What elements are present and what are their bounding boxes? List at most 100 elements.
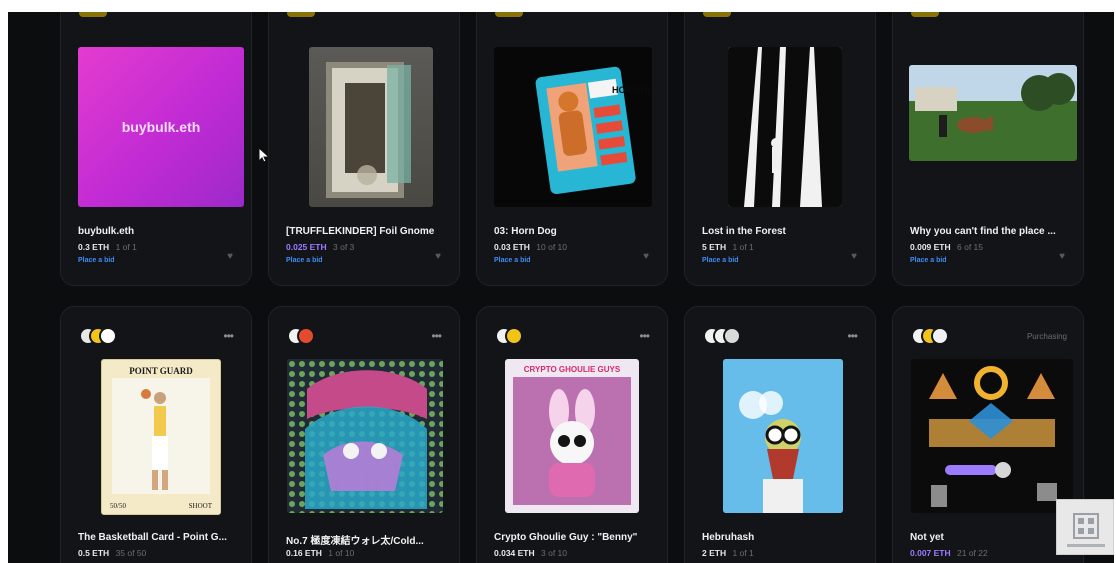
heart-icon[interactable]: ♥ xyxy=(643,251,649,262)
avatar-group[interactable] xyxy=(703,327,741,347)
nft-image-no7[interactable] xyxy=(287,359,443,513)
creator-tag[interactable] xyxy=(703,12,731,17)
avatar[interactable] xyxy=(99,327,117,345)
nft-card[interactable]: HORN DOG 03: Horn Dog 0.03 ETH 10 of 10 … xyxy=(476,12,668,286)
nft-image-lost-in-forest[interactable] xyxy=(728,47,842,207)
nft-image-hebruhash[interactable] xyxy=(723,359,843,513)
ghoulie-title-text: CRYPTO GHOULIE GUYS xyxy=(523,365,621,374)
nft-image-why-you-cant-find[interactable] xyxy=(909,65,1077,161)
nft-edition: 1 of 1 xyxy=(732,242,754,252)
nft-title[interactable]: Why you can't find the place ... xyxy=(910,226,1076,237)
place-bid-link[interactable]: Place a bid xyxy=(702,257,739,264)
nft-card[interactable]: ••• POINT GUARD 50/50 SHOOT The Basketba… xyxy=(60,306,252,563)
nft-price-line: 5 ETH 1 of 1 xyxy=(702,242,754,252)
creator-tag[interactable] xyxy=(911,12,939,17)
place-bid-link[interactable]: Place a bid xyxy=(494,257,531,264)
basketball-player-art xyxy=(112,378,210,494)
heart-icon[interactable]: ♥ xyxy=(435,251,441,262)
heart-icon[interactable]: ♥ xyxy=(227,251,233,262)
nft-edition: 10 of 10 xyxy=(536,242,568,252)
card-bottom-left-text: 50/50 xyxy=(110,502,126,510)
more-dots-icon[interactable]: ••• xyxy=(223,329,234,343)
nft-title[interactable]: [TRUFFLEKINDER] Foil Gnome xyxy=(286,226,452,237)
card-top-text: POINT GUARD xyxy=(129,366,193,376)
nft-title[interactable]: 03: Horn Dog xyxy=(494,226,660,237)
more-dots-icon[interactable]: ••• xyxy=(847,329,858,343)
place-bid-link[interactable]: Place a bid xyxy=(78,257,115,264)
nft-price: 0.025 ETH xyxy=(286,242,327,252)
nft-price: 0.009 ETH xyxy=(910,242,951,252)
park-photo-art xyxy=(909,65,1077,161)
nft-price: 0.3 ETH xyxy=(78,242,110,252)
no7-art xyxy=(287,359,443,513)
nft-edition: 1 of 1 xyxy=(732,548,754,558)
nft-image-text: buybulk.eth xyxy=(121,119,201,135)
nft-price-line: 0.3 ETH 1 of 1 xyxy=(78,242,137,252)
nft-edition: 1 of 1 xyxy=(115,242,137,252)
mouse-cursor-icon xyxy=(258,147,271,163)
nft-title[interactable]: Crypto Ghoulie Guy : "Benny" xyxy=(494,532,660,543)
nft-title[interactable]: The Basketball Card - Point G... xyxy=(78,532,244,543)
avatar-group[interactable] xyxy=(79,327,117,347)
avatar-group[interactable] xyxy=(495,327,523,347)
creator-tag[interactable] xyxy=(495,12,523,17)
place-bid-link[interactable]: Place a bid xyxy=(286,257,323,264)
avatar[interactable] xyxy=(505,327,523,345)
nft-image-crypto-ghoulie[interactable]: CRYPTO GHOULIE GUYS xyxy=(505,359,639,513)
heart-icon[interactable]: ♥ xyxy=(851,251,857,262)
nft-title[interactable]: No.7 極度凍結ウォレ太/Cold... xyxy=(286,532,452,547)
nft-price: 0.034 ETH xyxy=(494,548,535,558)
creator-tag[interactable] xyxy=(79,12,107,17)
avatar[interactable] xyxy=(931,327,949,345)
nft-card[interactable]: ••• CRYPTO GHOULIE GUYS Crypto Ghoulie G… xyxy=(476,306,668,563)
nft-price: 0.03 ETH xyxy=(494,242,530,252)
nft-card[interactable]: Why you can't find the place ... 0.009 E… xyxy=(892,12,1084,286)
more-dots-icon[interactable]: ••• xyxy=(431,329,442,343)
nft-title[interactable]: Hebruhash xyxy=(702,532,868,543)
status-badge: Purchasing xyxy=(1026,332,1067,341)
nft-edition: 35 of 50 xyxy=(115,548,147,558)
nft-price-line: 0.025 ETH 3 of 3 xyxy=(286,242,354,252)
more-dots-icon[interactable]: ••• xyxy=(639,329,650,343)
nft-price: 0.16 ETH xyxy=(286,548,322,558)
nft-title[interactable]: buybulk.eth xyxy=(78,226,244,237)
avatar-group[interactable] xyxy=(287,327,315,347)
nft-card[interactable]: buybulk.eth buybulk.eth 0.3 ETH 1 of 1 P… xyxy=(60,12,252,286)
creator-tag[interactable] xyxy=(287,12,315,17)
place-bid-link[interactable]: Place a bid xyxy=(910,257,947,264)
nft-price-line: 0.03 ETH 10 of 10 xyxy=(494,242,567,252)
nft-card[interactable]: Lost in the Forest 5 ETH 1 of 1 Place a … xyxy=(684,12,876,286)
nft-gallery: buybulk.eth buybulk.eth 0.3 ETH 1 of 1 P… xyxy=(8,12,1114,563)
nft-image-not-yet[interactable] xyxy=(911,359,1073,513)
nft-price-line: 2 ETH 1 of 1 xyxy=(702,548,754,558)
nft-edition: 1 of 10 xyxy=(328,548,355,558)
nft-title[interactable]: Lost in the Forest xyxy=(702,226,868,237)
nft-price: 0.5 ETH xyxy=(78,548,110,558)
forest-art xyxy=(728,47,842,207)
nft-title[interactable]: Not yet xyxy=(910,532,1076,543)
nft-price-line: 0.16 ETH 1 of 10 xyxy=(286,548,354,558)
nft-card[interactable]: [TRUFFLEKINDER] Foil Gnome 0.025 ETH 3 o… xyxy=(268,12,460,286)
ghoulie-art xyxy=(513,377,631,505)
nft-image-horn-dog[interactable]: HORN DOG xyxy=(494,47,652,207)
nft-card[interactable]: ••• No.7 極度凍結ウォレ太/Cold... 0.16 ETH 1 of … xyxy=(268,306,460,563)
nft-edition: 3 of 3 xyxy=(333,242,355,252)
heart-icon[interactable]: ♥ xyxy=(1059,251,1065,262)
avatar[interactable] xyxy=(297,327,315,345)
nft-price: 0.007 ETH xyxy=(910,548,951,558)
watermark-icon xyxy=(1067,513,1105,547)
nft-image-foil-gnome[interactable] xyxy=(309,47,433,207)
nft-edition: 3 of 10 xyxy=(541,548,568,558)
nft-edition: 21 of 22 xyxy=(957,548,988,558)
horn-dog-art: HORN DOG xyxy=(535,66,652,195)
avatar-group[interactable] xyxy=(911,327,949,347)
avatar[interactable] xyxy=(723,327,741,345)
nft-price-line: 0.007 ETH 21 of 22 xyxy=(910,548,988,558)
watermark-logo xyxy=(1056,499,1114,555)
nft-price-line: 0.5 ETH 35 of 50 xyxy=(78,548,146,558)
nft-card[interactable]: ••• Hebruhash 2 ETH 1 of 1 xyxy=(684,306,876,563)
nft-image-buybulk[interactable]: buybulk.eth xyxy=(78,47,244,207)
nft-image-basketball-card[interactable]: POINT GUARD 50/50 SHOOT xyxy=(101,359,221,515)
nft-price-line: 0.009 ETH 6 of 15 xyxy=(910,242,983,252)
nft-price: 2 ETH xyxy=(702,548,727,558)
